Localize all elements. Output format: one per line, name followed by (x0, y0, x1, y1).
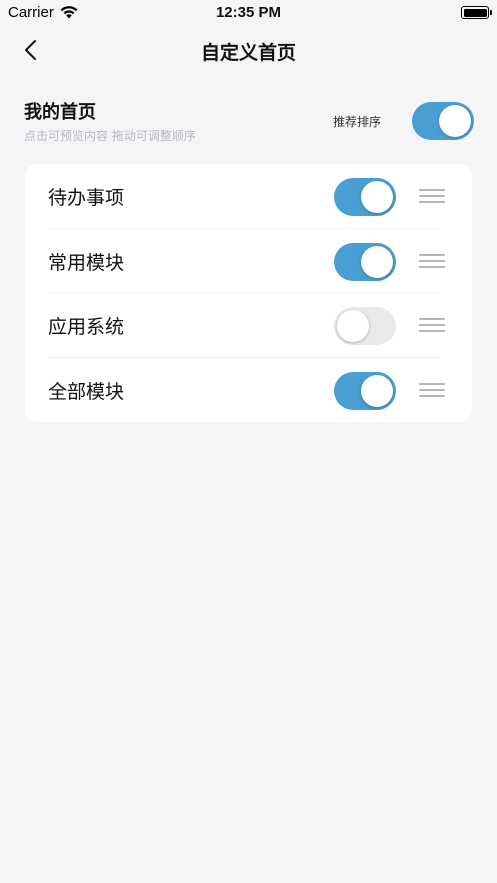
sort-toggle[interactable] (412, 102, 474, 140)
list-item[interactable]: 全部模块 (25, 358, 472, 423)
module-label: 常用模块 (48, 251, 125, 274)
toggle-knob (361, 181, 393, 213)
sort-label: 推荐排序 (332, 115, 381, 129)
drag-handle-icon[interactable] (419, 253, 445, 270)
module-toggle[interactable] (334, 307, 396, 345)
page-title: 自定义首页 (200, 42, 296, 64)
section-subtitle: 点击可预览内容 拖动可调整顺序 (24, 129, 196, 143)
status-bar: Carrier 12:35 PM (0, 0, 497, 26)
section-title: 我的首页 (24, 102, 96, 123)
status-time: 12:35 PM (215, 4, 282, 21)
list-item[interactable]: 常用模块 (25, 229, 472, 293)
module-toggle[interactable] (334, 371, 396, 410)
module-label: 应用系统 (48, 316, 125, 338)
toggle-knob (439, 105, 471, 137)
module-label: 全部模块 (48, 380, 125, 403)
module-toggle[interactable] (334, 242, 396, 281)
screen: Carrier 12:35 PM 自定义首页 我的首页 点击可预览内容 拖动可调… (0, 0, 497, 883)
drag-handle-icon[interactable] (419, 189, 445, 205)
list-item[interactable]: 应用系统 (25, 293, 472, 358)
navigation-bar: 自定义首页 (0, 28, 497, 72)
toggle-knob (337, 310, 369, 342)
drag-handle-icon[interactable] (419, 318, 445, 334)
toggle-knob (361, 374, 393, 407)
battery-icon (461, 6, 492, 19)
module-label: 待办事项 (48, 187, 125, 209)
drag-handle-icon[interactable] (419, 382, 445, 399)
toggle-knob (361, 245, 393, 278)
list-item[interactable]: 待办事项 (25, 164, 472, 229)
module-toggle[interactable] (334, 178, 396, 216)
section-header: 我的首页 点击可预览内容 拖动可调整顺序 推荐排序 (24, 96, 474, 146)
module-list: 待办事项 常用模块 应用系统 全部模块 (25, 164, 472, 422)
